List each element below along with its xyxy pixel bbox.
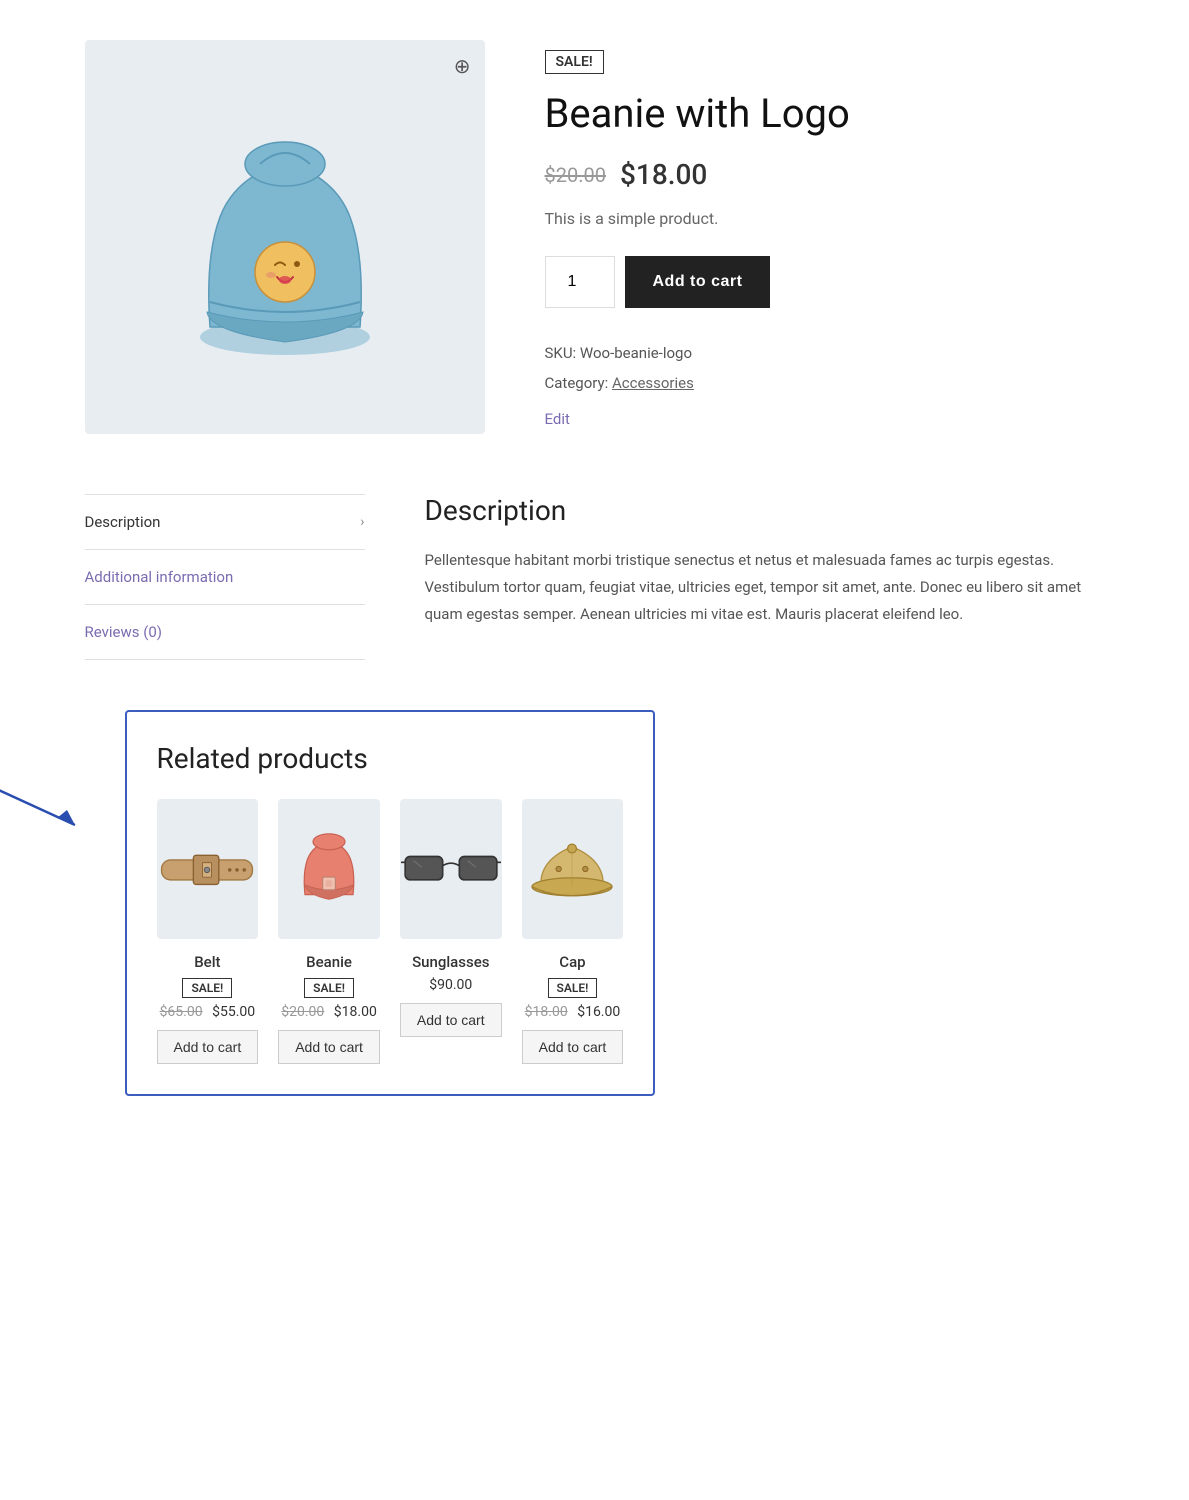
- product-meta: SKU: Woo-beanie-logo Category: Accessori…: [545, 338, 1105, 434]
- price-current: $18.00: [620, 158, 707, 191]
- related-product-sunglasses-add-to-cart[interactable]: Add to cart: [400, 1003, 502, 1037]
- tabs-section: Description › Additional information Rev…: [85, 494, 1105, 660]
- tab-content-area: Description Pellentesque habitant morbi …: [425, 494, 1105, 660]
- sale-badge: SALE!: [545, 50, 604, 74]
- sunglasses-illustration: [401, 829, 501, 909]
- related-product-beanie-image[interactable]: [278, 799, 380, 939]
- product-illustration: [175, 107, 395, 367]
- belt-illustration: [157, 829, 257, 909]
- price-original: $20.00: [545, 163, 606, 187]
- cap-illustration: [522, 829, 622, 909]
- related-product-belt-image[interactable]: [157, 799, 259, 939]
- related-wrapper: Related products: [85, 710, 1105, 1096]
- related-product-beanie-add-to-cart[interactable]: Add to cart: [278, 1030, 380, 1064]
- product-image-container: ⊕: [85, 40, 485, 434]
- tabs-navigation: Description › Additional information Rev…: [85, 494, 365, 660]
- tab-reviews[interactable]: Reviews (0): [85, 605, 365, 660]
- tab-content-body: Pellentesque habitant morbi tristique se…: [425, 547, 1105, 628]
- product-title: Beanie with Logo: [545, 90, 1105, 138]
- tab-additional-information[interactable]: Additional information: [85, 550, 365, 605]
- tab-description[interactable]: Description ›: [85, 495, 365, 550]
- add-to-cart-button[interactable]: Add to cart: [625, 256, 771, 308]
- product-sku: SKU: Woo-beanie-logo: [545, 338, 1105, 368]
- category-link[interactable]: Accessories: [612, 374, 694, 392]
- edit-link[interactable]: Edit: [545, 404, 1105, 434]
- quantity-input[interactable]: [545, 256, 615, 308]
- related-product-sunglasses-price: $90.00: [400, 977, 502, 993]
- related-product-sunglasses: Sunglasses $90.00 Add to cart: [400, 799, 502, 1064]
- product-description: This is a simple product.: [545, 209, 1105, 228]
- related-product-cap-name: Cap: [522, 953, 624, 971]
- related-product-belt-add-to-cart[interactable]: Add to cart: [157, 1030, 259, 1064]
- tab-content-title: Description: [425, 494, 1105, 527]
- related-products-grid: Belt SALE! $65.00 $55.00 Add to cart: [157, 799, 624, 1064]
- related-product-beanie-badge: SALE!: [304, 978, 354, 998]
- related-product-beanie-name: Beanie: [278, 953, 380, 971]
- related-product-beanie-price: $20.00 $18.00: [278, 1004, 380, 1020]
- zoom-icon[interactable]: ⊕: [454, 54, 471, 78]
- related-product-cap-add-to-cart[interactable]: Add to cart: [522, 1030, 624, 1064]
- related-product-belt-badge: SALE!: [182, 978, 232, 998]
- related-product-cap: Cap SALE! $18.00 $16.00 Add to cart: [522, 799, 624, 1064]
- related-product-belt-name: Belt: [157, 953, 259, 971]
- price-container: $20.00 $18.00: [545, 158, 1105, 191]
- product-image: [155, 87, 415, 387]
- chevron-icon: ›: [360, 514, 364, 530]
- product-category: Category: Accessories: [545, 368, 1105, 398]
- related-product-cap-image[interactable]: [522, 799, 624, 939]
- related-product-sunglasses-name: Sunglasses: [400, 953, 502, 971]
- related-product-sunglasses-image[interactable]: [400, 799, 502, 939]
- related-product-beanie: Beanie SALE! $20.00 $18.00 Add to cart: [278, 799, 380, 1064]
- related-product-cap-price: $18.00 $16.00: [522, 1004, 624, 1020]
- related-product-belt-price: $65.00 $55.00: [157, 1004, 259, 1020]
- related-product-belt: Belt SALE! $65.00 $55.00 Add to cart: [157, 799, 259, 1064]
- related-product-cap-badge: SALE!: [548, 978, 598, 998]
- product-details: SALE! Beanie with Logo $20.00 $18.00 Thi…: [545, 40, 1105, 434]
- related-products-title: Related products: [157, 742, 624, 775]
- annotation-arrow: [0, 760, 95, 844]
- related-products-section: Related products: [125, 710, 656, 1096]
- beanie-illustration: [279, 829, 379, 909]
- product-section: ⊕: [85, 20, 1105, 434]
- add-to-cart-row: Add to cart: [545, 256, 1105, 308]
